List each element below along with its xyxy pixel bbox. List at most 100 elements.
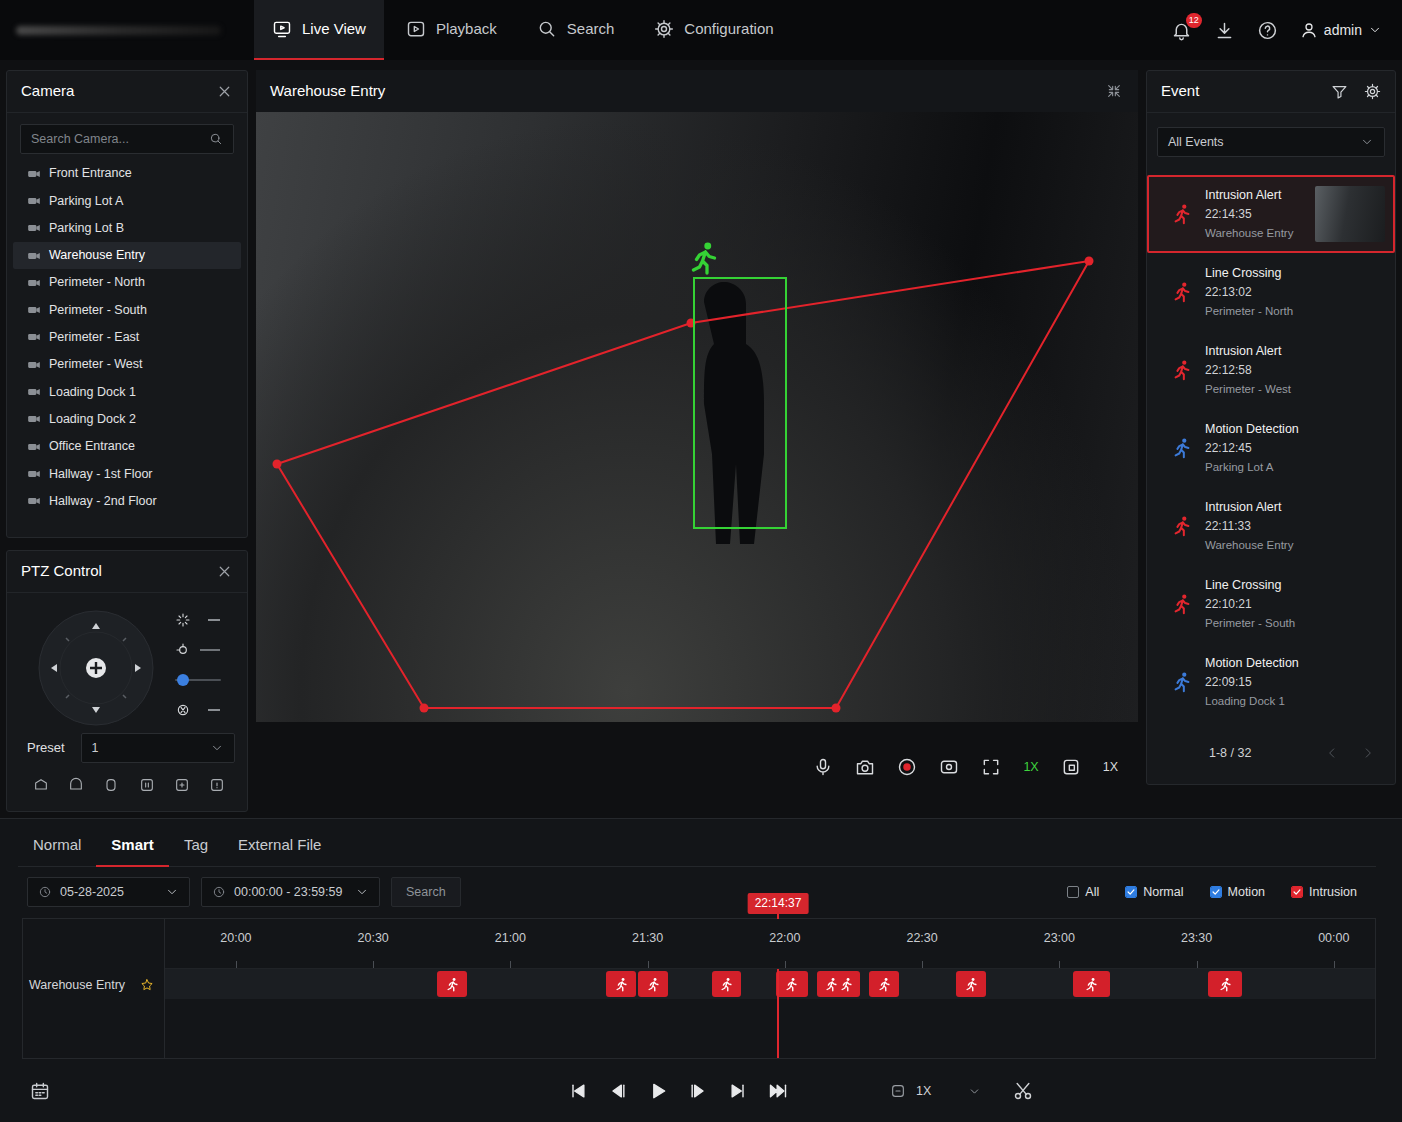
skip-back-icon[interactable] [568,1081,588,1101]
event-type[interactable]: Motion Detection [1205,419,1299,439]
nav-tab[interactable]: Search [519,0,633,60]
nav-tab[interactable]: Live View [254,0,384,60]
record-icon[interactable] [897,757,917,777]
event-camera[interactable]: Parking Lot A [1205,458,1299,477]
screen-icon[interactable] [272,19,292,39]
clock-icon[interactable] [38,885,52,899]
camera-name[interactable]: Parking Lot B [49,219,124,238]
timeline-event[interactable] [606,971,636,997]
timeline-event[interactable] [1073,971,1110,997]
user-icon[interactable] [1300,21,1318,39]
event-thumbnail[interactable] [1315,186,1385,242]
speed-icon[interactable] [890,1083,906,1099]
alert-icon[interactable] [209,777,225,793]
timeline-event[interactable] [1208,971,1242,997]
playback-tab[interactable]: External File [223,834,336,868]
event-time[interactable]: 22:13:02 [1205,283,1293,302]
filter-icon[interactable] [1331,83,1348,100]
search-icon[interactable] [537,19,557,39]
step-back-icon[interactable] [608,1081,628,1101]
camera-name[interactable]: Perimeter - South [49,301,147,320]
close-icon[interactable] [216,83,233,100]
filter-checkbox[interactable]: All [1067,883,1099,902]
nav-tab[interactable]: Configuration [636,0,791,60]
camera-item[interactable]: Hallway - 1st Floor [13,460,241,487]
camera-name[interactable]: Warehouse Entry [49,246,145,265]
chevron-down-icon[interactable] [1360,135,1374,149]
camera-name[interactable]: Parking Lot A [49,192,123,211]
camera-item[interactable]: Perimeter - South [13,296,241,323]
event-camera[interactable]: Perimeter - South [1205,614,1295,633]
playback-tab-label[interactable]: Normal [33,836,81,853]
ptz-direction-pad[interactable] [37,603,155,733]
filter-checkbox[interactable]: Intrusion [1291,883,1357,902]
nav-tab-label[interactable]: Configuration [684,18,773,41]
event-time[interactable]: 22:11:33 [1205,517,1293,536]
camera-name[interactable]: Loading Dock 2 [49,410,136,429]
time-range-value[interactable]: 00:00:00 - 23:59:59 [234,883,342,902]
nav-tab-label[interactable]: Search [567,18,615,41]
chevron-down-icon[interactable] [1368,23,1382,37]
playback-tab[interactable]: Normal [18,834,96,868]
event-type[interactable]: Intrusion Alert [1205,185,1293,205]
camera-item[interactable]: Perimeter - North [13,269,241,296]
calendar-icon[interactable] [30,1081,50,1101]
camera-item[interactable]: Parking Lot B [13,215,241,242]
close-icon[interactable] [216,563,233,580]
time-range-select[interactable]: 00:00:00 - 23:59:59 [201,877,380,907]
notifications[interactable]: 12 [1171,20,1192,41]
timeline-event[interactable] [638,971,668,997]
snapshot-icon[interactable] [855,757,875,777]
iris-button[interactable] [208,709,220,711]
pause-icon[interactable] [139,777,155,793]
speed-value[interactable]: 1X [916,1082,931,1101]
camera-item[interactable]: Hallway - 2nd Floor [13,488,241,515]
stream-speed-button[interactable]: 1X [1103,758,1118,777]
iris-icon[interactable] [175,702,191,718]
user-menu[interactable]: admin [1300,20,1382,41]
camera-name[interactable]: Perimeter - North [49,273,145,292]
slider-knob[interactable] [177,674,189,686]
gear-icon[interactable] [1364,83,1381,100]
zoom-icon[interactable] [175,612,191,628]
user-name[interactable]: admin [1324,20,1362,41]
event-time[interactable]: 22:10:21 [1205,595,1295,614]
speed-select[interactable]: 1X [882,1077,989,1105]
filter-checkbox[interactable]: Normal [1125,883,1183,902]
chevron-down-icon[interactable] [968,1085,981,1098]
camera-search-input[interactable] [31,130,201,149]
playhead-line[interactable] [777,969,779,1058]
playback-tab-label[interactable]: Tag [184,836,208,853]
event-item[interactable]: Motion Detection22:12:45Parking Lot A [1147,409,1395,487]
event-filter-select[interactable]: All Events [1157,127,1385,157]
timeline-event[interactable] [437,971,467,997]
camera-name[interactable]: Perimeter - East [49,328,139,347]
skip-forward-icon[interactable] [728,1081,748,1101]
collapse-icon[interactable] [1106,83,1122,99]
step-forward-icon[interactable] [688,1081,708,1101]
preset-value[interactable]: 1 [92,739,99,758]
nav-tab-label[interactable]: Live View [302,18,366,41]
chevron-down-icon[interactable] [165,885,179,899]
timeline-event[interactable] [869,971,899,997]
event-type[interactable]: Intrusion Alert [1205,497,1293,517]
star-icon[interactable] [140,978,154,992]
playback-tab-label[interactable]: Smart [111,836,154,853]
patrol-icon[interactable] [68,777,84,793]
timeline-event[interactable] [712,971,742,997]
picture-in-picture-icon[interactable] [1061,757,1081,777]
search-icon[interactable] [209,132,223,146]
playback-tab-label[interactable]: External File [238,836,321,853]
chevron-down-icon[interactable] [210,741,224,755]
gear-icon[interactable] [654,19,674,39]
checkbox-label[interactable]: Motion [1228,883,1266,902]
checkbox[interactable] [1291,886,1303,898]
camera-name[interactable]: Hallway - 1st Floor [49,465,153,484]
camera-item[interactable]: Warehouse Entry [13,242,241,269]
camera-item[interactable]: Perimeter - West [13,351,241,378]
event-item[interactable]: Intrusion Alert22:12:58Perimeter - West [1147,331,1395,409]
chevron-down-icon[interactable] [355,885,369,899]
event-type[interactable]: Intrusion Alert [1205,341,1291,361]
focus-bar[interactable] [200,649,220,651]
event-filter-value[interactable]: All Events [1168,133,1224,152]
